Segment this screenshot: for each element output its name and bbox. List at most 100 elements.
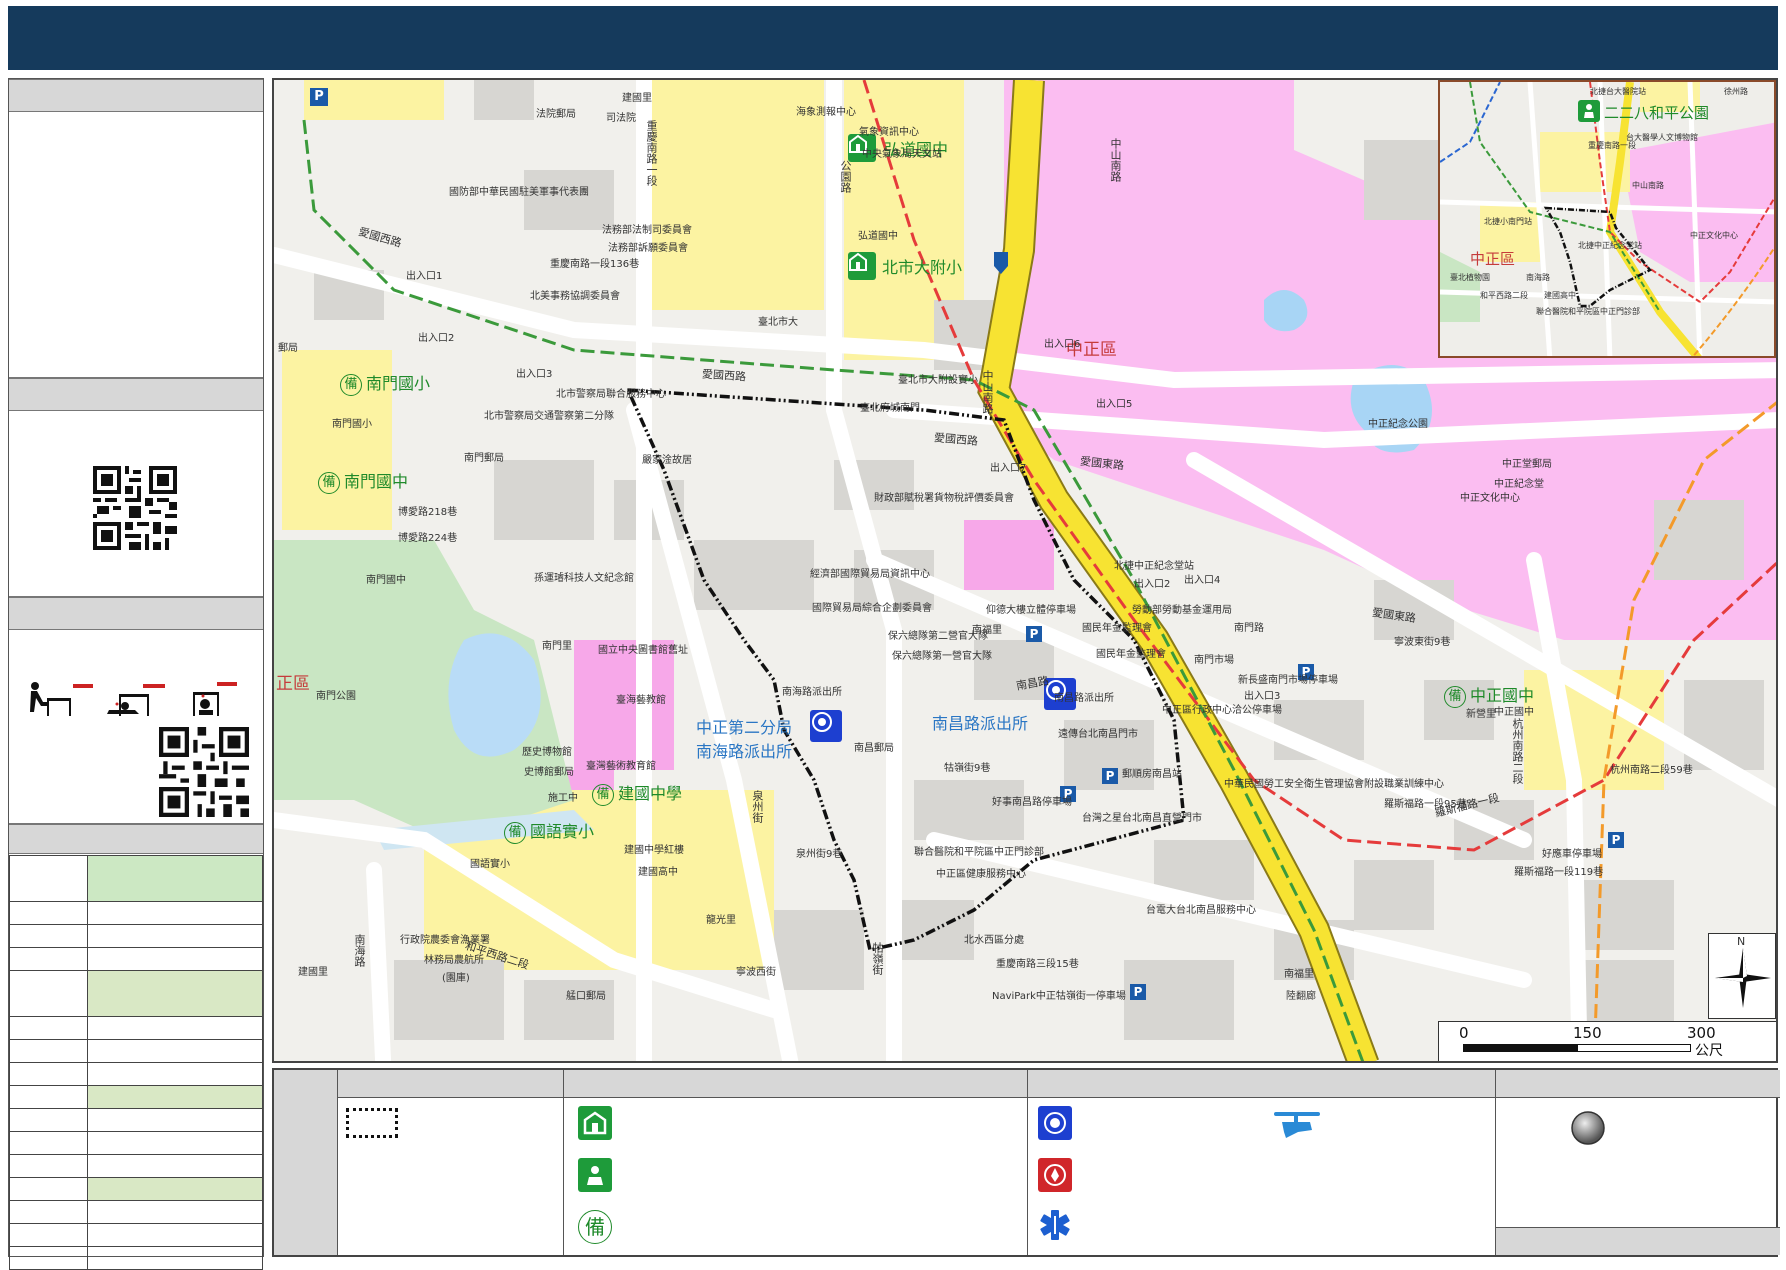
title-banner: [8, 6, 1778, 70]
poi-label: 建國中學紅樓: [624, 845, 684, 856]
poi-label: 新長盛南門市場停車場: [1238, 675, 1338, 686]
poi-label: 博愛路224巷: [398, 533, 458, 544]
table-row: [9, 855, 263, 902]
school-shelter-icon[interactable]: [848, 252, 876, 280]
poi-label: 北水西區分處: [964, 935, 1024, 946]
road-label: 重慶南路一段: [645, 120, 658, 186]
parking-icon[interactable]: P: [1026, 626, 1042, 642]
drill-section: [9, 630, 263, 824]
poi-label: 重慶南路三段15巷: [996, 959, 1079, 970]
poi-label: 勞動部勞動基金運用局: [1132, 605, 1232, 616]
poi-label: 南昌郵局: [854, 743, 894, 754]
scale-tick: 0: [1459, 1024, 1469, 1042]
inset-poi-label: 建國高中: [1544, 291, 1576, 300]
poi-label: 歷史博物館: [522, 747, 572, 758]
poi-label: 重慶南路一段136巷: [550, 259, 640, 270]
legend-column: [338, 1070, 564, 1255]
poi-label: 國立中央圖書館舊址: [598, 645, 688, 656]
qr-code-icon[interactable]: [159, 727, 249, 817]
poi-label: 林務局農航所: [424, 955, 484, 966]
poi-label: 泉州街9巷: [796, 849, 843, 860]
legend-column-header: [1496, 1070, 1780, 1098]
reserve-circle-icon: 備: [578, 1210, 612, 1244]
inset-poi-label: 重慶南路一段: [1588, 141, 1636, 150]
poi-label: 出入口7: [990, 463, 1027, 474]
compass-icon: [1715, 948, 1771, 1008]
poi-label: 好事南昌路停車場: [992, 797, 1072, 808]
table-row: [9, 947, 263, 971]
poi-label: 杭州南路二段59巷: [1610, 765, 1693, 776]
poi-label: 南門國中: [366, 575, 406, 586]
poi-label: 遠傳台北南昌門市: [1058, 729, 1138, 740]
police-station-icon[interactable]: [810, 710, 842, 742]
road-label: 公園路: [839, 160, 852, 193]
parking-icon[interactable]: P: [1102, 768, 1118, 784]
map-legend: 備: [272, 1068, 1780, 1257]
table-row: [9, 1154, 263, 1178]
poi-label: 南門市場: [1194, 655, 1234, 666]
scale-unit: 公尺: [1695, 1043, 1723, 1059]
legend-column-header: [338, 1070, 563, 1098]
parking-icon[interactable]: P: [1130, 984, 1146, 1000]
poi-label: 羅斯福路一段119巷: [1514, 867, 1604, 878]
poi-label: 寧波東街9巷: [1394, 637, 1451, 648]
map-canvas[interactable]: 中正區 正區 弘道國中 北市大附小 南門國小 南門國中 建國中學 國語實小 中正…: [272, 78, 1778, 1063]
park-shelter-icon: [578, 1158, 612, 1192]
poi-label: 建國里: [298, 967, 328, 978]
info-grid-table: [9, 855, 263, 1270]
road-label: 南海路: [353, 934, 366, 967]
poi-label: 出入口2: [418, 333, 455, 344]
parking-icon[interactable]: P: [310, 88, 328, 106]
qr-code-icon[interactable]: [93, 466, 177, 550]
inset-park-label: 二二八和平公園: [1604, 104, 1710, 122]
reserve-circle-icon[interactable]: 備: [592, 784, 614, 806]
poi-label: 國際貿易局綜合企劃委員會: [812, 603, 932, 614]
poi-label: 出入口5: [1096, 399, 1133, 410]
poi-label: 南門公園: [316, 691, 356, 702]
poi-label: 保六總隊第一營官大隊: [892, 651, 992, 662]
poi-label: 郵順房南昌站: [1122, 769, 1182, 780]
school-label: 國語實小: [530, 822, 595, 841]
poi-label: 臺北市大: [758, 317, 798, 328]
inset-locator-map[interactable]: 二二八和平公園 中正區 北捷台大醫院站 徐州路 台大醫學人文博物館 北捷小南門站 北捷中…: [1438, 80, 1776, 358]
poi-label: 台灣之星台北南昌直營門市: [1082, 813, 1202, 824]
poi-label: 北美事務協調委員會: [530, 291, 620, 302]
poi-label: 郵局: [278, 343, 298, 354]
parking-icon[interactable]: P: [1608, 832, 1624, 848]
road-label: 中山南路: [981, 370, 994, 414]
reserve-circle-icon[interactable]: 備: [504, 822, 526, 844]
scale-tick: 150: [1573, 1024, 1602, 1042]
poi-label: NaviPark中正牯嶺街一停車場: [992, 991, 1126, 1002]
table-row: [9, 1246, 263, 1270]
inset-poi-label: 和平西路二段: [1480, 291, 1528, 300]
poi-label: 法務部法制司委員會: [602, 225, 692, 236]
poi-label: 法務部訴願委員會: [608, 243, 688, 254]
reserve-circle-icon[interactable]: 備: [340, 374, 362, 396]
poi-label: 臺北府城南門: [860, 403, 920, 414]
poi-label: 南門郵局: [464, 453, 504, 464]
park-shelter-icon[interactable]: [1578, 100, 1600, 122]
table-row: [9, 1108, 263, 1132]
sidebar-section-header: [9, 378, 263, 411]
school-label: 南門國中: [344, 472, 409, 491]
fire-station-icon: [1038, 1158, 1072, 1192]
poi-label: 國民年金監理會: [1096, 649, 1166, 660]
sidebar-section-header: [9, 824, 263, 854]
reserve-circle-icon[interactable]: 備: [1444, 686, 1466, 708]
table-row: [9, 1062, 263, 1086]
inset-poi-label: 北捷小南門站: [1484, 217, 1532, 226]
poi-label: 新營里: [1466, 709, 1496, 720]
poi-label: 出入口1: [406, 271, 443, 282]
reserve-circle-icon[interactable]: 備: [318, 472, 340, 494]
medical-star-icon: [1040, 1210, 1070, 1240]
legend-column: [1496, 1070, 1780, 1255]
gray-circle-icon: [1571, 1111, 1605, 1145]
police-station-icon: [1038, 1106, 1072, 1140]
school-label: 南門國小: [366, 374, 431, 393]
poi-label: 中正國中: [1494, 707, 1534, 718]
poi-label: 中華民國勞工安全衛生管理協會附設職業訓練中心: [1224, 779, 1444, 790]
station-label: 南昌路派出所: [932, 714, 1029, 733]
poi-label: 中正堂郵局: [1502, 459, 1552, 470]
poi-label: 南門里: [542, 641, 572, 652]
legend-column: [1028, 1070, 1496, 1255]
